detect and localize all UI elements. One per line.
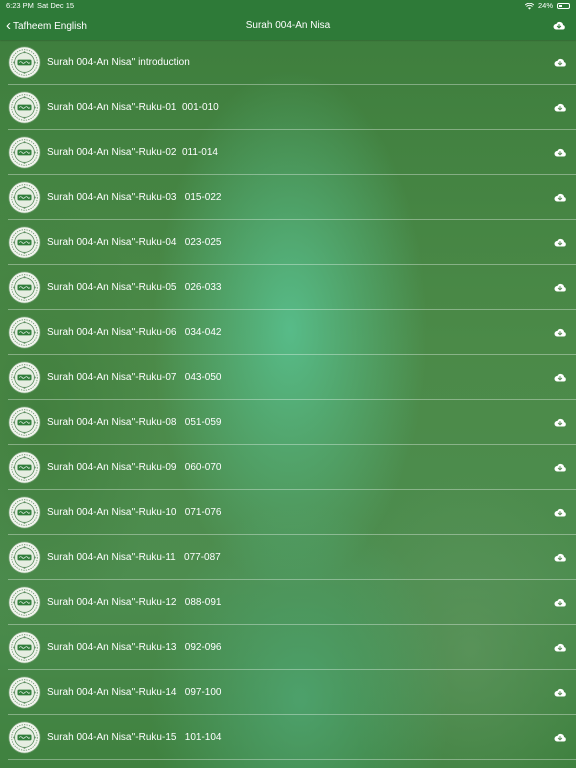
- cloud-download-icon[interactable]: [553, 236, 567, 250]
- list-item-label: Surah 004-An Nisa''-Ruku-07 043-050: [47, 372, 222, 383]
- battery-icon: [557, 3, 570, 9]
- chevron-left-icon: ‹: [6, 17, 11, 34]
- list-item-label: Surah 004-An Nisa'' introduction: [47, 57, 190, 68]
- list-item[interactable]: Surah 004-An Nisa''-Ruku-11 077-087: [0, 535, 576, 580]
- surah-medallion-icon: [8, 226, 41, 259]
- wifi-icon: [524, 2, 534, 9]
- list-item-label: Surah 004-An Nisa''-Ruku-11 077-087: [47, 552, 221, 563]
- surah-medallion-icon: [8, 631, 41, 664]
- list-item[interactable]: Surah 004-An Nisa''-Ruku-02 011-014: [0, 130, 576, 175]
- list-item-label: Surah 004-An Nisa''-Ruku-12 088-091: [47, 597, 222, 608]
- cloud-download-icon[interactable]: [553, 101, 567, 115]
- list-item-label: Surah 004-An Nisa''-Ruku-09 060-070: [47, 462, 222, 473]
- list-item[interactable]: Surah 004-An Nisa''-Ruku-07 043-050: [0, 355, 576, 400]
- cloud-download-icon[interactable]: [553, 551, 567, 565]
- list-item-label: Surah 004-An Nisa''-Ruku-04 023-025: [47, 237, 222, 248]
- cloud-download-icon[interactable]: [553, 461, 567, 475]
- cloud-download-icon[interactable]: [553, 596, 567, 610]
- surah-medallion-icon: [8, 136, 41, 169]
- list-item-label: Surah 004-An Nisa''-Ruku-03 015-022: [47, 192, 222, 203]
- surah-medallion-icon: [8, 721, 41, 754]
- surah-medallion-icon: [8, 541, 41, 574]
- list-item-label: Surah 004-An Nisa''-Ruku-14 097-100: [47, 687, 222, 698]
- surah-medallion-icon: [8, 271, 41, 304]
- cloud-download-icon[interactable]: [553, 371, 567, 385]
- surah-medallion-icon: [8, 451, 41, 484]
- surah-medallion-icon: [8, 46, 41, 79]
- cloud-download-icon[interactable]: [553, 641, 567, 655]
- list-item[interactable]: Surah 004-An Nisa'' introduction: [0, 40, 576, 85]
- list-item[interactable]: Surah 004-An Nisa''-Ruku-06 034-042: [0, 310, 576, 355]
- surah-medallion-icon: [8, 91, 41, 124]
- list-item-label: Surah 004-An Nisa''-Ruku-10 071-076: [47, 507, 222, 518]
- list-item[interactable]: Surah 004-An Nisa''-Ruku-03 015-022: [0, 175, 576, 220]
- cloud-download-icon[interactable]: [553, 686, 567, 700]
- surah-medallion-icon: [8, 676, 41, 709]
- list-item[interactable]: Surah 004-An Nisa''-Ruku-12 088-091: [0, 580, 576, 625]
- list-item[interactable]: Surah 004-An Nisa''-Ruku-13 092-096: [0, 625, 576, 670]
- cloud-download-icon[interactable]: [552, 19, 566, 33]
- surah-medallion-icon: [8, 586, 41, 619]
- surah-medallion-icon: [8, 406, 41, 439]
- cloud-download-icon[interactable]: [553, 416, 567, 430]
- cloud-download-icon[interactable]: [553, 191, 567, 205]
- list-item[interactable]: Surah 004-An Nisa''-Ruku-14 097-100: [0, 670, 576, 715]
- cloud-download-icon[interactable]: [553, 326, 567, 340]
- status-right: 24%: [524, 0, 570, 12]
- list-item[interactable]: Surah 004-An Nisa''-Ruku-15 101-104: [0, 715, 576, 760]
- list-item[interactable]: Surah 004-An Nisa''-Ruku-09 060-070: [0, 445, 576, 490]
- cloud-download-icon[interactable]: [553, 506, 567, 520]
- list-item[interactable]: Surah 004-An Nisa''-Ruku-01 001-010: [0, 85, 576, 130]
- list-item-label: Surah 004-An Nisa''-Ruku-01 001-010: [47, 102, 219, 113]
- list-item[interactable]: Surah 004-An Nisa''-Ruku-08 051-059: [0, 400, 576, 445]
- list-item-label: Surah 004-An Nisa''-Ruku-08 051-059: [47, 417, 222, 428]
- cloud-download-icon[interactable]: [553, 281, 567, 295]
- surah-medallion-icon: [8, 496, 41, 529]
- list-item[interactable]: Surah 004-An Nisa''-Ruku-10 071-076: [0, 490, 576, 535]
- list-item[interactable]: Surah 004-An Nisa''-Ruku-04 023-025: [0, 220, 576, 265]
- list-item-label: Surah 004-An Nisa''-Ruku-15 101-104: [47, 732, 222, 743]
- list-item-label: Surah 004-An Nisa''-Ruku-06 034-042: [47, 327, 222, 338]
- episode-list: Surah 004-An Nisa'' introduction Surah 0…: [0, 40, 576, 760]
- list-item[interactable]: Surah 004-An Nisa''-Ruku-05 026-033: [0, 265, 576, 310]
- battery-percent: 24%: [537, 1, 553, 10]
- back-button[interactable]: ‹ Tafheem English: [6, 12, 87, 40]
- list-item-label: Surah 004-An Nisa''-Ruku-05 026-033: [47, 282, 222, 293]
- cloud-download-icon[interactable]: [553, 56, 567, 70]
- surah-medallion-icon: [8, 181, 41, 214]
- list-item-label: Surah 004-An Nisa''-Ruku-13 092-096: [47, 642, 222, 653]
- surah-medallion-icon: [8, 361, 41, 394]
- cloud-download-icon[interactable]: [553, 146, 567, 160]
- status-date: Sat Dec 15: [37, 1, 75, 10]
- surah-medallion-icon: [8, 316, 41, 349]
- back-label: Tafheem English: [13, 20, 87, 32]
- navigation-bar: ‹ Tafheem English Surah 004-An Nisa: [0, 12, 576, 40]
- status-bar: 6:23 PM Sat Dec 15 24%: [0, 0, 576, 12]
- list-item-label: Surah 004-An Nisa''-Ruku-02 011-014: [47, 147, 218, 158]
- cloud-download-icon[interactable]: [553, 731, 567, 745]
- status-time: 6:23 PM: [6, 1, 34, 10]
